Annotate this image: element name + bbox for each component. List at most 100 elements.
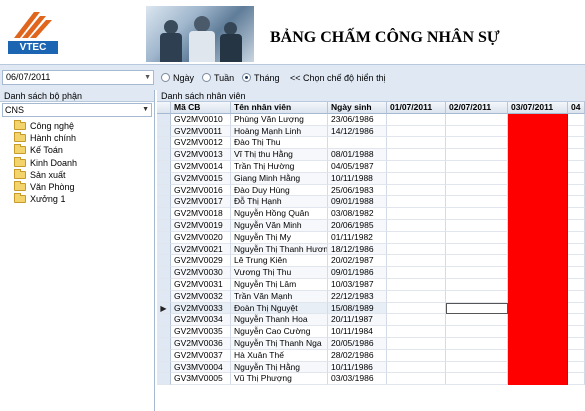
row-indicator[interactable] [157, 149, 171, 161]
attendance-cell[interactable] [568, 279, 585, 291]
attendance-cell[interactable] [446, 243, 508, 256]
birth-date-cell[interactable]: 08/01/1988 [328, 149, 387, 161]
birth-date-cell[interactable]: 09/01/1988 [328, 196, 387, 209]
employee-code-cell[interactable]: GV2MV0011 [171, 125, 231, 138]
employee-code-cell[interactable]: GV2MV0037 [171, 349, 231, 362]
attendance-cell[interactable] [387, 161, 446, 173]
radio-button-selected-icon[interactable] [242, 73, 251, 82]
employee-name-cell[interactable]: Vĩ Thị thu Hằng [231, 149, 328, 161]
birth-date-cell[interactable]: 20/05/1986 [328, 338, 387, 350]
employee-name-cell[interactable]: Nguyễn Hồng Quân [231, 208, 328, 220]
attendance-cell[interactable] [387, 290, 446, 303]
employee-name-cell[interactable]: Nguyễn Thị Thanh Hươn [231, 243, 328, 256]
attendance-cell[interactable] [508, 113, 568, 126]
attendance-cell[interactable] [446, 196, 508, 209]
birth-date-cell[interactable]: 10/11/1986 [328, 361, 387, 374]
attendance-cell[interactable] [508, 231, 568, 244]
attendance-cell[interactable] [568, 184, 585, 197]
employee-name-cell[interactable]: Nguyễn Thị Lâm [231, 279, 328, 291]
birth-date-cell[interactable]: 01/11/1982 [328, 231, 387, 244]
attendance-cell[interactable] [446, 267, 508, 279]
table-row[interactable]: GV2MV0010 Phùng Văn Lượng 23/06/1986 [157, 113, 585, 126]
department-item[interactable]: Kinh Doanh [0, 156, 154, 169]
attendance-cell[interactable] [387, 349, 446, 362]
employee-code-cell[interactable]: GV2MV0036 [171, 338, 231, 350]
row-indicator[interactable] [157, 184, 171, 197]
table-row[interactable]: GV2MV0037 Hà Xuân Thế 28/02/1986 [157, 349, 585, 362]
birth-date-cell[interactable]: 18/12/1986 [328, 243, 387, 256]
employee-name-cell[interactable]: Đoàn Thị Nguyệt [231, 302, 328, 315]
attendance-cell[interactable] [568, 326, 585, 338]
row-indicator[interactable] [157, 137, 171, 150]
table-row[interactable]: GV2MV0031 Nguyễn Thị Lâm 10/03/1987 [157, 279, 585, 291]
employee-code-cell[interactable]: GV2MV0031 [171, 279, 231, 291]
attendance-cell[interactable] [568, 220, 585, 232]
row-indicator[interactable] [157, 361, 171, 374]
attendance-cell[interactable] [446, 137, 508, 150]
attendance-cell[interactable] [387, 196, 446, 209]
dropdown-arrow-icon[interactable]: ▼ [144, 71, 151, 84]
attendance-cell[interactable] [387, 149, 446, 161]
employee-code-cell[interactable]: GV2MV0033 [171, 302, 231, 315]
employee-code-cell[interactable]: GV2MV0035 [171, 326, 231, 338]
attendance-cell[interactable] [446, 161, 508, 173]
attendance-cell[interactable] [568, 349, 585, 362]
attendance-cell[interactable] [508, 184, 568, 197]
radio-month[interactable]: Tháng [242, 72, 280, 84]
row-indicator[interactable] [157, 220, 171, 232]
employee-name-cell[interactable]: Đào Thị Thu [231, 137, 328, 150]
attendance-cell[interactable] [568, 125, 585, 138]
table-row[interactable]: GV2MV0020 Nguyễn Thị My 01/11/1982 [157, 231, 585, 244]
table-row[interactable]: ▶ GV2MV0033 Đoàn Thị Nguyệt 15/08/1989 [157, 302, 585, 315]
row-indicator[interactable] [157, 255, 171, 268]
employee-code-cell[interactable]: GV2MV0017 [171, 196, 231, 209]
birth-date-cell[interactable]: 20/06/1985 [328, 220, 387, 232]
table-row[interactable]: GV2MV0034 Nguyễn Thanh Hoa 20/11/1987 [157, 314, 585, 327]
attendance-cell[interactable] [568, 338, 585, 350]
employee-name-cell[interactable]: Nguyễn Thị My [231, 231, 328, 244]
attendance-cell[interactable] [387, 373, 446, 386]
department-item[interactable]: Công nghệ [0, 120, 154, 132]
radio-button-icon[interactable] [202, 73, 211, 82]
employee-code-cell[interactable]: GV2MV0018 [171, 208, 231, 220]
attendance-cell[interactable] [387, 338, 446, 350]
employee-code-cell[interactable]: GV2MV0020 [171, 231, 231, 244]
birth-date-cell[interactable]: 28/02/1986 [328, 349, 387, 362]
attendance-cell[interactable] [387, 208, 446, 220]
attendance-cell[interactable] [387, 267, 446, 279]
row-indicator[interactable] [157, 326, 171, 338]
employee-code-cell[interactable]: GV3MV0004 [171, 361, 231, 374]
attendance-cell[interactable] [387, 279, 446, 291]
employee-name-cell[interactable]: Hoàng Mạnh Linh [231, 125, 328, 138]
employee-name-cell[interactable]: Giang Minh Hằng [231, 172, 328, 185]
attendance-cell[interactable] [387, 172, 446, 185]
table-row[interactable]: GV2MV0018 Nguyễn Hồng Quân 03/08/1982 [157, 208, 585, 220]
employee-name-cell[interactable]: Nguyễn Thị Thanh Nga [231, 338, 328, 350]
attendance-cell[interactable] [446, 314, 508, 327]
table-row[interactable]: GV2MV0032 Trần Văn Mạnh 22/12/1983 [157, 290, 585, 303]
attendance-cell[interactable] [508, 149, 568, 161]
department-item[interactable]: Văn Phòng [0, 180, 154, 193]
employee-name-cell[interactable]: Vương Thị Thu [231, 267, 328, 279]
table-row[interactable]: GV2MV0013 Vĩ Thị thu Hằng 08/01/1988 [157, 149, 585, 161]
attendance-cell[interactable] [508, 125, 568, 138]
table-row[interactable]: GV3MV0005 Vũ Thị Phượng 03/03/1986 [157, 373, 585, 386]
row-indicator[interactable] [157, 196, 171, 209]
attendance-cell[interactable] [446, 255, 508, 268]
column-header[interactable]: Ngày sinh [328, 102, 387, 114]
attendance-cell[interactable] [446, 220, 508, 232]
row-indicator[interactable] [157, 314, 171, 327]
attendance-cell[interactable] [387, 220, 446, 232]
employee-name-cell[interactable]: Lê Trung Kiên [231, 255, 328, 268]
table-row[interactable]: GV3MV0004 Nguyễn Thị Hằng 10/11/1986 [157, 361, 585, 374]
attendance-cell[interactable] [508, 161, 568, 173]
department-select[interactable]: CNS ▼ [2, 103, 152, 117]
attendance-cell[interactable] [387, 361, 446, 374]
attendance-cell[interactable] [568, 113, 585, 126]
attendance-cell[interactable] [446, 172, 508, 185]
attendance-cell[interactable] [508, 243, 568, 256]
birth-date-cell[interactable]: 25/06/1983 [328, 184, 387, 197]
birth-date-cell[interactable]: 22/12/1983 [328, 290, 387, 303]
attendance-cell[interactable] [446, 184, 508, 197]
attendance-cell[interactable] [446, 361, 508, 374]
